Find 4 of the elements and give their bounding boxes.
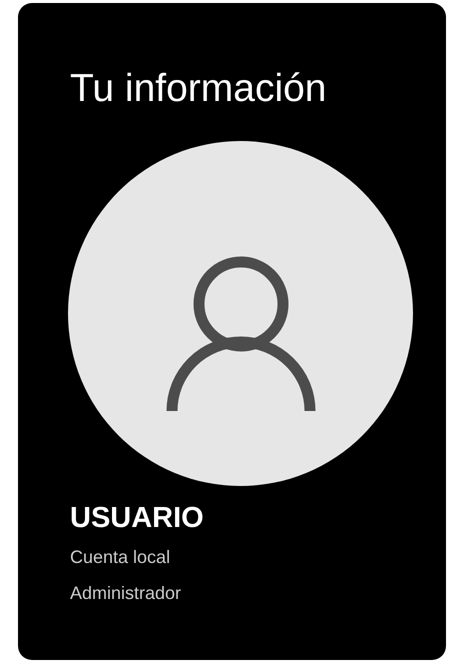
account-role: Administrador (70, 582, 182, 605)
user-name: USUARIO (70, 501, 204, 536)
account-type: Cuenta local (70, 546, 170, 569)
page-title: Tu información (70, 66, 326, 112)
